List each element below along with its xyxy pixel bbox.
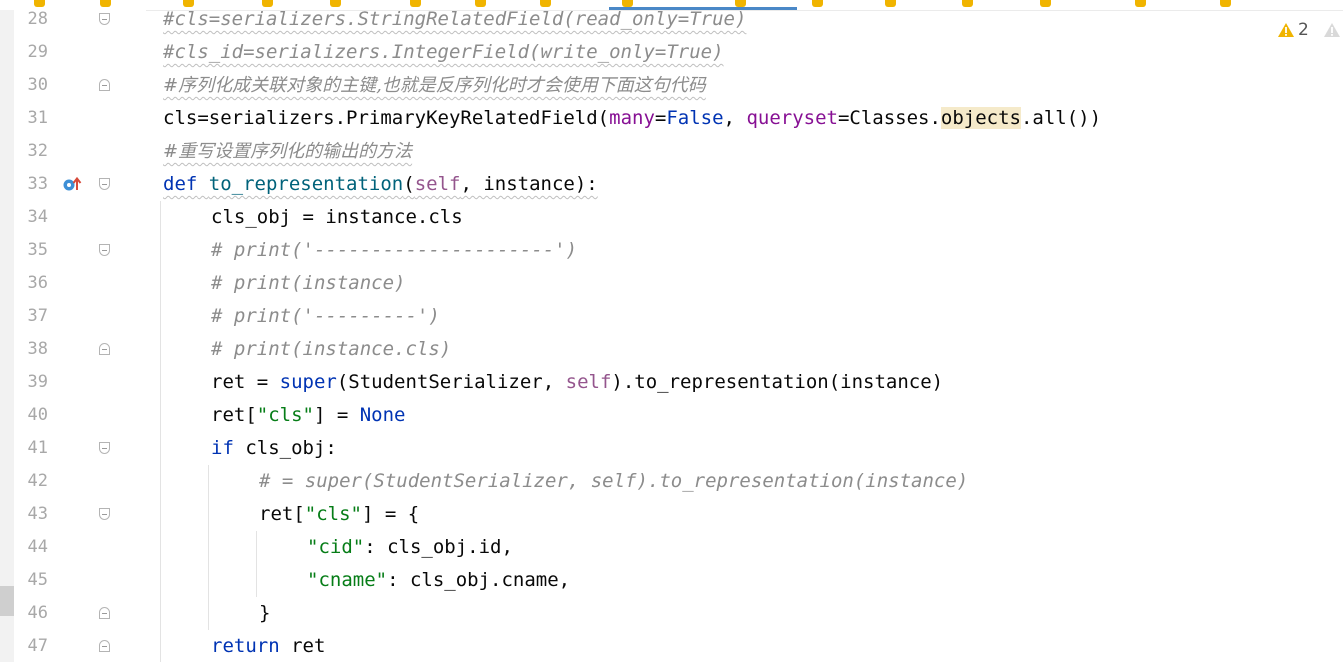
- code-token: "cls": [256, 404, 314, 426]
- code-token: , instance):: [460, 173, 598, 195]
- code-token: if: [211, 437, 234, 459]
- code-token: ,: [723, 107, 747, 129]
- code-line[interactable]: if cls_obj:: [211, 432, 337, 465]
- code-token: cls_obj:: [233, 437, 337, 459]
- code-line[interactable]: "cname": cls_obj.cname,: [307, 564, 570, 597]
- code-line[interactable]: #重写设置序列化的输出的方法: [163, 135, 412, 168]
- code-token: : cls_obj.cname,: [387, 569, 571, 591]
- code-line[interactable]: # print(instance): [211, 267, 405, 300]
- code-token: super: [279, 371, 337, 393]
- code-line[interactable]: cls=serializers.PrimaryKeyRelatedField(m…: [163, 102, 1101, 135]
- code-token: "cls": [304, 503, 362, 525]
- code-line[interactable]: #cls=serializers.StringRelatedField(read…: [163, 3, 746, 36]
- inspection-warnings[interactable]: 2: [1277, 20, 1309, 40]
- code-token: (: [403, 173, 415, 195]
- code-line[interactable]: cls_obj = instance.cls: [211, 201, 463, 234]
- code-line[interactable]: }: [259, 597, 270, 630]
- code-line[interactable]: # = super(StudentSerializer, self).to_re…: [259, 465, 968, 498]
- code-line[interactable]: #序列化成关联对象的主键,也就是反序列化时才会使用下面这句代码: [163, 69, 706, 102]
- code-token: return: [211, 635, 280, 657]
- code-token: cls=serializers.PrimaryKeyRelatedField(: [163, 107, 610, 129]
- code-line[interactable]: #cls_id=serializers.IntegerField(write_o…: [163, 36, 724, 69]
- code-token: ] =: [313, 404, 360, 426]
- warning-count: 2: [1298, 20, 1309, 40]
- code-token: False: [666, 107, 724, 129]
- code-token: ] = {: [361, 503, 420, 525]
- code-line[interactable]: ret["cls"] = {: [259, 498, 419, 531]
- code-token: : cls_obj.id,: [364, 536, 513, 558]
- code-line[interactable]: ret = super(StudentSerializer, self).to_…: [211, 366, 943, 399]
- code-line[interactable]: # print('---------'): [211, 300, 440, 333]
- code-token: to_representation: [208, 173, 404, 195]
- highlighted-token: objects: [940, 107, 1021, 129]
- warning-icon: [1278, 23, 1294, 37]
- code-token: self: [565, 371, 612, 393]
- code-token: None: [359, 404, 406, 426]
- code-token: many: [609, 107, 655, 129]
- code-token: "cid": [307, 536, 365, 558]
- code-token: (StudentSerializer,: [336, 371, 566, 393]
- code-line[interactable]: def to_representation(self, instance):: [163, 168, 598, 201]
- code-token: ret[: [211, 404, 257, 426]
- code-token: def: [163, 173, 198, 195]
- code-token: .all()): [1020, 107, 1102, 129]
- code-line[interactable]: return ret: [211, 630, 325, 663]
- code-token: =Classes.: [837, 107, 941, 129]
- code-token: ret[: [259, 503, 305, 525]
- code-token: ).to_representation(instance): [611, 371, 944, 393]
- code-token: "cname": [307, 569, 388, 591]
- code-token: ret =: [211, 371, 280, 393]
- code-token: =: [654, 107, 667, 129]
- code-line[interactable]: ret["cls"] = None: [211, 399, 406, 432]
- code-line[interactable]: "cid": cls_obj.id,: [307, 531, 513, 564]
- code-token: queryset: [746, 107, 838, 129]
- code-token: ret: [279, 635, 326, 657]
- code-line[interactable]: # print('---------------------'): [211, 234, 577, 267]
- code-token: self: [414, 173, 461, 195]
- code-editor[interactable]: #cls=serializers.StringRelatedField(read…: [0, 0, 1343, 662]
- weak-warning-icon[interactable]: [1323, 22, 1341, 38]
- code-line[interactable]: # print(instance.cls): [211, 333, 451, 366]
